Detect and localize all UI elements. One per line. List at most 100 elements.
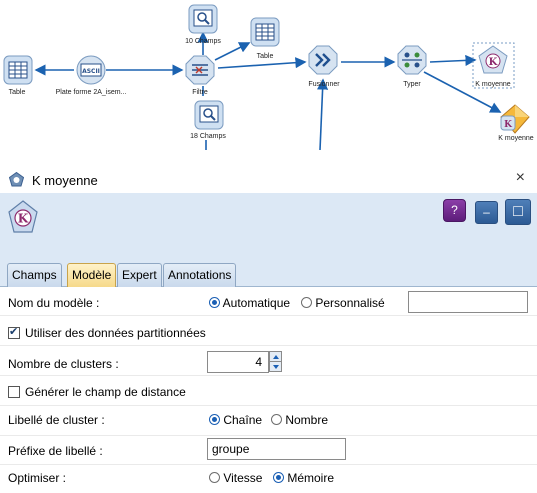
optimize-speed-radio[interactable]: Vitesse bbox=[209, 471, 262, 485]
label-prefix-input[interactable] bbox=[207, 438, 346, 460]
kmeans-model-label: K moyenne bbox=[498, 135, 534, 142]
arrow-up-icon bbox=[273, 355, 279, 359]
model-name-label: Nom du modèle : bbox=[8, 296, 100, 310]
link-below-merge bbox=[316, 78, 329, 151]
cluster-label-string-label: Chaîne bbox=[223, 413, 263, 427]
filter-icon bbox=[185, 55, 215, 85]
eighteen-fields-label: 18 Champs bbox=[190, 133, 226, 140]
num-clusters-row: Nombre de clusters : bbox=[0, 351, 537, 375]
svg-text:K: K bbox=[18, 212, 29, 226]
radio-selected[interactable] bbox=[209, 297, 220, 308]
kmeans-icon: K bbox=[478, 45, 508, 74]
checkbox-checked[interactable] bbox=[8, 325, 20, 339]
link-type-kmeans bbox=[429, 54, 477, 67]
cluster-label-string-radio[interactable]: Chaîne bbox=[209, 413, 262, 427]
optimize-memory-radio[interactable]: Mémoire bbox=[273, 471, 334, 485]
use-partitions-row: Utiliser des données partitionnées bbox=[0, 325, 537, 346]
ten-fields-node[interactable] bbox=[188, 4, 218, 34]
tab-annotations[interactable]: Annotations bbox=[163, 263, 237, 287]
distance-field-row: Générer le champ de distance bbox=[0, 385, 537, 405]
table-node-left[interactable] bbox=[3, 55, 33, 85]
flatfile-label: Plate forme 2A_isem... bbox=[55, 89, 127, 96]
radio-selected[interactable] bbox=[209, 414, 220, 425]
dialog-header: K ? – □ bbox=[0, 193, 537, 247]
radio-unselected[interactable] bbox=[271, 414, 282, 425]
table-icon bbox=[250, 17, 280, 47]
row-divider bbox=[0, 405, 537, 406]
merge-icon bbox=[308, 45, 338, 75]
num-clusters-label: Nombre de clusters : bbox=[8, 357, 119, 371]
tab-modele[interactable]: Modèle bbox=[67, 263, 117, 287]
optimize-row: Optimiser : Vitesse Mémoire bbox=[0, 471, 537, 491]
type-icon bbox=[397, 45, 427, 75]
type-label: Typer bbox=[403, 81, 421, 88]
filter-node[interactable] bbox=[185, 55, 215, 85]
link-type-nugget bbox=[423, 71, 502, 113]
num-clusters-input[interactable] bbox=[207, 351, 269, 373]
type-node[interactable] bbox=[397, 45, 427, 75]
svg-text:ASCII: ASCII bbox=[82, 68, 100, 75]
tab-bar: Champs Modèle Expert Annotations bbox=[0, 247, 537, 287]
row-divider bbox=[0, 375, 537, 376]
svg-text:K: K bbox=[504, 120, 513, 130]
minimize-button[interactable]: – bbox=[475, 201, 498, 224]
optimize-speed-label: Vitesse bbox=[223, 471, 263, 485]
row-divider bbox=[0, 464, 537, 465]
flat-file-icon: ASCII bbox=[76, 55, 106, 85]
table-node-mid[interactable] bbox=[250, 17, 280, 47]
table-left-label: Table bbox=[8, 89, 26, 96]
use-partitions-checkbox[interactable]: Utiliser des données partitionnées bbox=[8, 325, 206, 340]
checkbox-unchecked[interactable] bbox=[8, 386, 20, 398]
cluster-label-row: Libellé de cluster : Chaîne Nombre bbox=[0, 413, 537, 433]
filter-label: Filtre bbox=[192, 89, 208, 96]
kmeans-model-node[interactable]: K bbox=[500, 104, 530, 134]
kmeans-model-icon: K bbox=[8, 200, 38, 233]
distance-field-label: Générer le champ de distance bbox=[25, 385, 186, 399]
merge-label: Fusionner bbox=[308, 81, 340, 88]
num-clusters-stepper[interactable] bbox=[269, 351, 282, 373]
radio-unselected[interactable] bbox=[301, 297, 312, 308]
model-name-auto-radio[interactable]: Automatique bbox=[209, 296, 290, 310]
tab-champs[interactable]: Champs bbox=[7, 263, 62, 287]
row-divider bbox=[0, 435, 537, 436]
model-nugget-icon: K bbox=[500, 104, 530, 134]
stream-canvas[interactable]: Table ASCII Plate forme 2A_isem... Filtr… bbox=[0, 0, 537, 160]
merge-node[interactable] bbox=[308, 45, 338, 75]
close-icon[interactable]: × bbox=[516, 169, 525, 187]
ten-fields-label: 10 Champs bbox=[185, 38, 221, 45]
kmeans-title-icon bbox=[9, 172, 24, 187]
model-name-row: Nom du modèle : Automatique Personnalisé bbox=[0, 291, 537, 316]
tab-expert[interactable]: Expert bbox=[117, 263, 162, 287]
eighteen-fields-node[interactable] bbox=[194, 100, 224, 130]
distance-field-checkbox[interactable]: Générer le champ de distance bbox=[8, 385, 186, 399]
link-filter-table bbox=[214, 42, 251, 61]
stepper-down-button[interactable] bbox=[269, 361, 282, 372]
kmeans-node-label: K moyenne bbox=[475, 81, 511, 88]
radio-selected[interactable] bbox=[273, 472, 284, 483]
radio-unselected[interactable] bbox=[209, 472, 220, 483]
model-name-custom-input[interactable] bbox=[408, 291, 528, 313]
label-prefix-label: Préfixe de libellé : bbox=[8, 444, 103, 458]
model-settings-form: Nom du modèle : Automatique Personnalisé… bbox=[0, 288, 537, 493]
arrow-down-icon bbox=[273, 365, 279, 369]
model-name-auto-label: Automatique bbox=[222, 296, 291, 310]
kmeans-node[interactable]: K bbox=[478, 45, 508, 75]
cluster-label-label: Libellé de cluster : bbox=[8, 413, 105, 427]
optimize-memory-label: Mémoire bbox=[287, 471, 335, 485]
model-name-custom-radio[interactable]: Personnalisé bbox=[301, 296, 385, 310]
cluster-label-number-radio[interactable]: Nombre bbox=[271, 413, 328, 427]
flatfile-node[interactable]: ASCII bbox=[76, 55, 106, 85]
maximize-button[interactable]: □ bbox=[505, 199, 531, 225]
data-audit-icon bbox=[188, 4, 218, 34]
kmeans-dialog: K moyenne × K ? – □ Champs Modèle Expert… bbox=[0, 160, 537, 493]
optimize-label: Optimiser : bbox=[8, 471, 67, 485]
use-partitions-label: Utiliser des données partitionnées bbox=[25, 326, 206, 340]
help-button[interactable]: ? bbox=[443, 199, 466, 222]
dialog-title: K moyenne bbox=[32, 173, 98, 188]
model-name-custom-label: Personnalisé bbox=[315, 296, 385, 310]
svg-text:K: K bbox=[489, 57, 498, 68]
dialog-titlebar[interactable]: K moyenne × bbox=[0, 160, 537, 193]
cluster-label-number-label: Nombre bbox=[285, 413, 329, 427]
table-mid-label: Table bbox=[256, 53, 274, 60]
table-icon bbox=[3, 55, 33, 85]
